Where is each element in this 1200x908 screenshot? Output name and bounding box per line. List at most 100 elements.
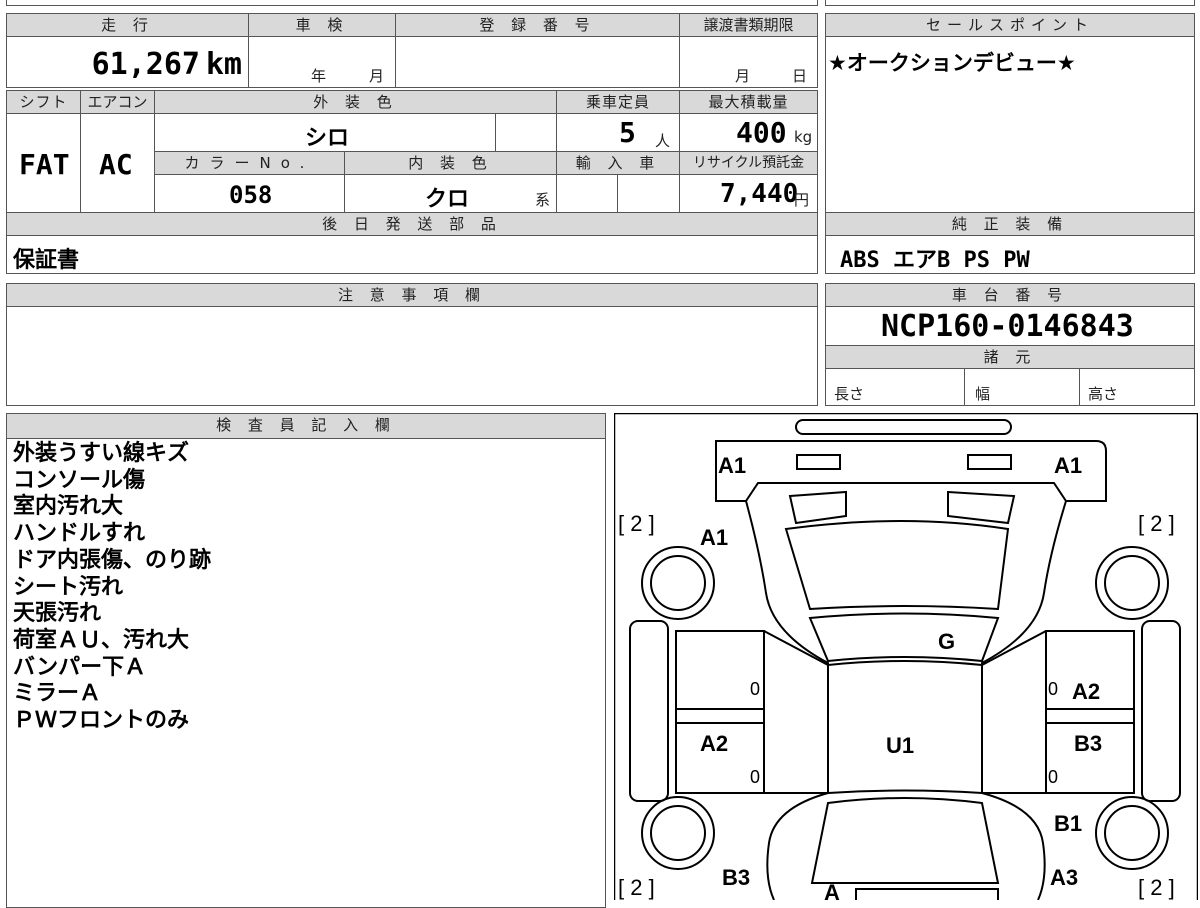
wheel-front-right-inner [1104,555,1160,611]
chassis-no-header: 車 台 番 号 [825,283,1195,307]
top-strip-left [6,0,818,6]
shift-value: FAT [19,148,70,181]
grille-right [947,490,1016,525]
headlight-left [796,454,841,470]
shift-header: シフト [6,90,81,114]
roof-outline [827,660,983,795]
tire-depth-front-left: [ 2 ] [618,511,655,536]
tire-depth-rear-right: [ 2 ] [1138,875,1175,900]
note-line: コンソール傷 [13,467,146,493]
inspector-notes-cell: 外装うすい線キズ コンソール傷 室内汚れ大 ハンドルすれ ドア内張傷、のり跡 シ… [6,438,606,908]
mark-rear-bumper: A [824,880,840,900]
exterior-color-cell: シロ [154,113,496,152]
specs-header: 諸 元 [825,345,1195,369]
import-cell-a [556,174,618,213]
wheel-front-right [1095,546,1169,620]
note-line: シート汚れ [13,574,124,600]
spec-width-cell: 幅 [964,368,1080,406]
aircon-cell: AC [80,113,155,213]
exterior-color-value: シロ [305,126,350,151]
spec-width-label: 幅 [975,385,991,403]
chassis-no-value: NCP160-0146843 [881,309,1134,344]
color-no-cell: 058 [154,174,345,213]
spec-height-cell: 高さ [1079,368,1195,406]
caution-header: 注 意 事 項 欄 [6,283,818,307]
deadline-month-unit: 月 [735,67,751,85]
top-strip-right [825,0,1195,6]
door-zero-marker: 0 [1048,767,1058,787]
deadline-day-unit: 日 [792,67,808,85]
note-line: バンパー下Ａ [13,654,147,680]
color-no-value: 058 [229,181,273,209]
interior-color-cell: クロ 系 [344,174,557,213]
wheel-rear-right [1095,796,1169,870]
later-parts-cell: 保証書 [6,235,818,274]
spec-height-label: 高さ [1088,385,1119,403]
mark-hood-left: A1 [700,525,728,550]
color-no-header: カラーNo. [154,151,345,175]
door-zero-marker: 0 [750,767,760,787]
inspection-year-unit: 年 [311,67,327,85]
inspection-header: 車 検 [248,13,396,37]
caution-cell [6,306,818,406]
mark-front-left-door: A2 [700,731,728,756]
right-doors-outline [1045,630,1135,794]
grille-left [788,490,847,525]
mark-rear-right: A3 [1050,865,1078,890]
import-cell-b [617,174,680,213]
interior-color-value: クロ [425,187,470,212]
windshield-outline [808,612,1000,663]
transfer-deadline-cell: 月 日 [679,36,818,88]
shift-cell: FAT [6,113,81,213]
interior-color-suffix: 系 [535,191,551,209]
standard-equipment-header: 純 正 装 備 [825,212,1195,236]
headlight-right [967,454,1012,470]
transfer-deadline-header: 譲渡書類期限 [679,13,818,37]
spec-length-cell: 長さ [825,368,965,406]
standard-equipment-cell: ABS エアB PS PW [825,235,1195,274]
sales-point-cell: ★オークションデビュー★ [825,36,1195,213]
note-line: ミラーＡ [13,681,102,707]
mileage-header: 走 行 [6,13,249,37]
mileage-value: 61,267 [91,47,200,82]
note-line: 荷室ＡＵ、汚れ大 [13,627,190,653]
hood-outline [784,520,1010,611]
mark-front-left: A1 [718,453,746,478]
door-zero-marker: 0 [750,679,760,699]
note-line: ドア内張傷、のり跡 [13,547,212,573]
aircon-header: エアコン [80,90,155,114]
wheel-rear-left [641,796,715,870]
note-line: 外装うすい線キズ [13,441,190,466]
chassis-no-cell: NCP160-0146843 [825,306,1195,346]
front-panel-outline [715,440,1107,502]
wheel-front-left [641,546,715,620]
mark-front-right: A1 [1054,453,1082,478]
inspection-month-unit: 月 [369,67,385,85]
mark-rear-right-door: A2 [1072,679,1100,704]
later-parts-header: 後 日 発 送 部 品 [6,212,818,236]
mark-rear-left-fender: B3 [722,865,750,890]
wheel-rear-right-inner [1104,805,1160,861]
mark-rear-right-fender: B1 [1054,811,1082,836]
capacity-header: 乗車定員 [556,90,680,114]
registration-header: 登 録 番 号 [395,13,680,37]
exterior-color-extra-cell [495,113,557,152]
note-line: 室内汚れ大 [13,494,124,520]
inspector-notes-header: 検 査 員 記 入 欄 [6,413,606,439]
left-side-rail [629,620,669,802]
recycle-fee-cell: 7,440 円 [679,174,818,213]
recycle-fee-value: 7,440 [720,179,799,209]
registration-cell [395,36,680,88]
max-load-unit: kg [794,128,813,146]
note-line: 天張汚れ [13,601,102,627]
note-line: ＰＷフロントのみ [13,708,190,734]
interior-color-header: 内 装 色 [344,151,557,175]
door-zero-marker: 0 [1048,679,1058,699]
mark-roof: U1 [886,733,914,758]
tire-depth-rear-left: [ 2 ] [618,875,655,900]
wheel-front-left-inner [650,555,706,611]
note-line: ハンドルすれ [13,521,146,547]
body-right-outline [981,500,1067,900]
tire-depth-front-right: [ 2 ] [1138,511,1175,536]
aircon-value: AC [99,148,133,181]
